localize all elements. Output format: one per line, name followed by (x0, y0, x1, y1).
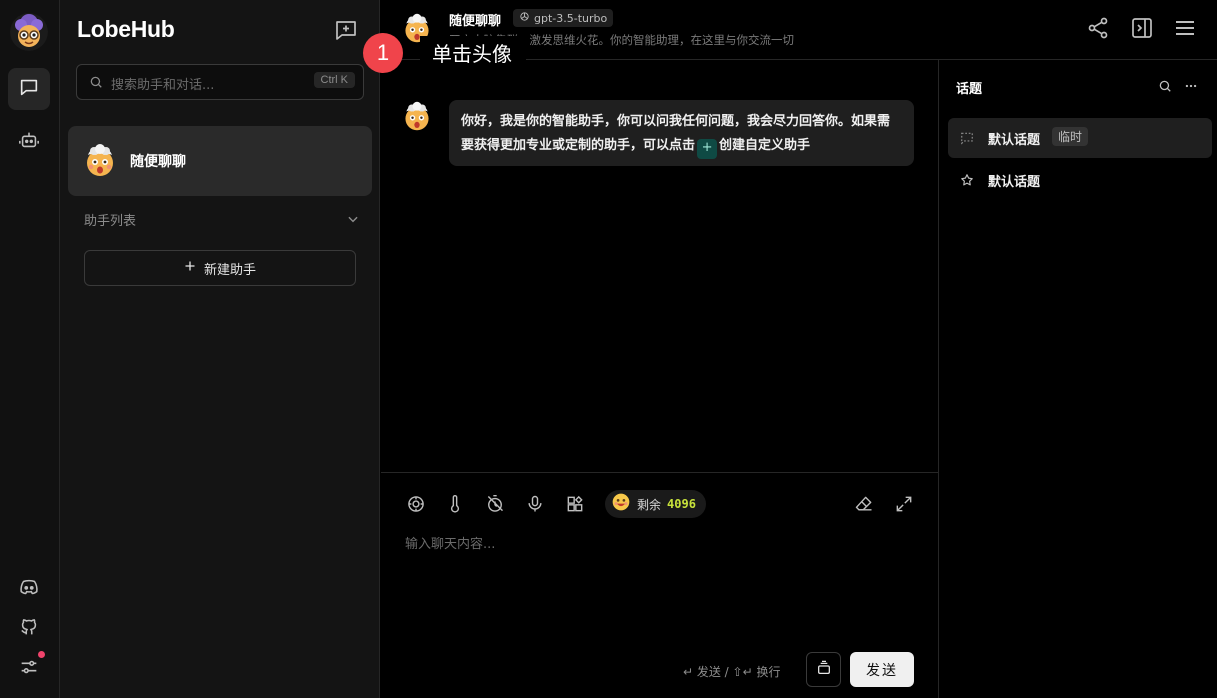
token-label: 剩余 (637, 497, 662, 512)
topic-name: 默认话题 (988, 175, 1041, 190)
more-icon[interactable] (1184, 79, 1198, 97)
menu-icon[interactable] (1173, 16, 1197, 44)
message-plus-icon (334, 21, 358, 46)
github-icon (18, 616, 40, 642)
assistant-avatar[interactable] (401, 100, 433, 132)
session-item-active[interactable]: 随便聊聊 (68, 126, 372, 196)
eraser-icon[interactable] (853, 493, 875, 515)
session-name: 随便聊聊 (130, 154, 186, 170)
topics-panel: 话题 默认话题 临时 默认话题 (938, 60, 1217, 698)
chat-title: 随便聊聊 (449, 14, 502, 29)
assistant-message: 你好，我是你的智能助手，你可以问我任何问题，我会尽力回答你。如果需要获得更加专业… (449, 100, 914, 166)
chat-nav-button[interactable] (8, 68, 50, 110)
notification-dot (38, 651, 45, 658)
chat-input[interactable]: 输入聊天内容... (405, 533, 495, 552)
inline-plus-icon[interactable]: + (697, 139, 718, 159)
token-counter[interactable]: 剩余 4096 (605, 490, 706, 518)
model-tag[interactable]: gpt-3.5-turbo (513, 9, 614, 27)
plus-icon (184, 260, 196, 276)
annotation-label: 单击头像 (420, 36, 526, 71)
search-icon[interactable] (1158, 79, 1172, 97)
topics-title: 话题 (956, 82, 983, 97)
market-nav-button[interactable] (8, 121, 50, 163)
new-assistant-label: 新建助手 (203, 262, 256, 278)
topic-temp-badge: 临时 (1052, 127, 1089, 146)
discord-icon (18, 576, 40, 602)
model-settings-icon[interactable] (405, 493, 427, 515)
chat-icon (18, 76, 40, 102)
expand-icon[interactable] (893, 493, 915, 515)
star-icon[interactable] (960, 173, 974, 191)
sessions-panel: LobeHub 搜索助手和对话... Ctrl K 随便聊聊 助手列表 新建助手 (60, 0, 380, 698)
user-avatar[interactable] (10, 13, 48, 51)
token-count: 4096 (667, 497, 696, 511)
input-area: 剩余 4096 输入聊天内容... ↵ 发送 / ⇧↵ 换行 发送 (381, 472, 938, 698)
chevron-down-icon[interactable] (346, 212, 360, 230)
nav-rail (0, 0, 60, 698)
message-text: 你好，我是你的智能助手，你可以问我任何问题，我会尽力回答你。如果需要获得更加专业… (461, 114, 891, 153)
robot-icon (18, 129, 40, 155)
share-icon[interactable] (1086, 16, 1110, 44)
send-options-button[interactable] (806, 652, 841, 687)
settings-icon (18, 656, 40, 682)
temperature-icon[interactable] (444, 493, 466, 515)
new-assistant-button[interactable]: 新建助手 (84, 250, 356, 286)
plugins-icon[interactable] (564, 493, 586, 515)
send-button[interactable]: 发送 (850, 652, 914, 687)
model-name: gpt-3.5-turbo (534, 11, 608, 25)
app-logo: LobeHub (77, 16, 175, 42)
session-avatar (82, 142, 118, 178)
card-stack-icon (816, 660, 832, 680)
topic-item[interactable]: 默认话题 (948, 160, 1212, 200)
new-chat-button[interactable] (334, 18, 358, 42)
openai-icon (519, 11, 530, 25)
search-input[interactable]: 搜索助手和对话... Ctrl K (76, 64, 364, 100)
send-hint: ↵ 发送 / ⇧↵ 换行 (683, 665, 781, 679)
microphone-icon[interactable] (524, 493, 546, 515)
annotation-marker: 1 (363, 33, 403, 73)
search-shortcut: Ctrl K (313, 72, 355, 88)
panel-toggle-icon[interactable] (1130, 16, 1154, 44)
search-placeholder: 搜索助手和对话... (111, 78, 215, 93)
topic-item[interactable]: 默认话题 临时 (948, 118, 1212, 158)
history-off-icon[interactable] (484, 493, 506, 515)
discord-button[interactable] (8, 568, 50, 610)
topic-dashed-icon (960, 131, 974, 149)
assistant-list-label: 助手列表 (84, 214, 137, 229)
message-text-end: 创建自定义助手 (719, 138, 811, 153)
settings-button[interactable] (8, 648, 50, 690)
github-button[interactable] (8, 608, 50, 650)
search-icon (89, 75, 103, 93)
token-emoji-icon (611, 492, 631, 516)
topic-name: 默认话题 (988, 133, 1041, 148)
